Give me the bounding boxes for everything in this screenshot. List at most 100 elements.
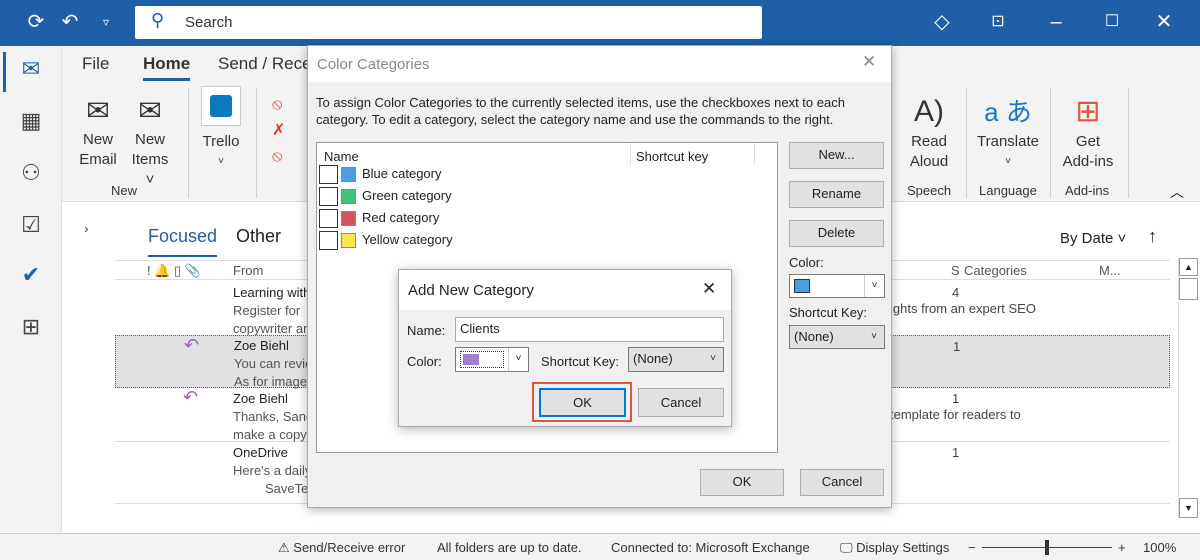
- undo-icon[interactable]: ↶: [56, 10, 84, 34]
- status-bar: ⚠ Send/Receive error All folders are up …: [0, 533, 1200, 560]
- close-icon[interactable]: ✕: [702, 279, 716, 299]
- zoom-slider[interactable]: [982, 540, 1112, 555]
- mail-icon[interactable]: ✉: [16, 56, 46, 86]
- cancel-button[interactable]: Cancel: [800, 469, 884, 496]
- cancel-button[interactable]: Cancel: [638, 388, 724, 417]
- tab-send-receive[interactable]: Send / Rece: [218, 54, 312, 74]
- active-indicator: [3, 52, 6, 92]
- apps-icon[interactable]: ⊞: [16, 314, 46, 344]
- category-name[interactable]: Yellow category: [362, 232, 453, 247]
- new-email-button[interactable]: ✉ New Email: [76, 92, 120, 170]
- sort-label: By Date: [1060, 230, 1114, 247]
- people-icon[interactable]: ⚇: [16, 160, 46, 190]
- category-checkbox[interactable]: [319, 165, 338, 184]
- app-nav: ✉ ▦ ⚇ ☑ ✔ ⊞: [0, 46, 62, 533]
- ok-button[interactable]: OK: [700, 469, 784, 496]
- name-label: Name:: [407, 323, 446, 338]
- junk-actions[interactable]: ⦸ ✗ ⦸: [272, 92, 285, 170]
- add-new-category-dialog: Add New Category ✕ Name: Clients Color: …: [398, 269, 732, 427]
- shortcut-key-dropdown[interactable]: (None) ˅: [628, 347, 724, 372]
- preview: Here's a daily: [233, 463, 312, 478]
- label: Translate: [977, 133, 1039, 150]
- tab-home[interactable]: Home: [143, 54, 191, 81]
- tasks-icon[interactable]: ☑: [16, 212, 46, 242]
- ok-button[interactable]: OK: [539, 388, 626, 417]
- header-icons[interactable]: ! 🔔 ▯ 📎: [147, 263, 201, 279]
- dialog-title: Add New Category: [408, 282, 534, 299]
- preview: Register for: [233, 303, 301, 318]
- sync-icon[interactable]: ⟳: [22, 10, 50, 34]
- category-color-swatch: [341, 211, 356, 226]
- send-receive-error[interactable]: ⚠ Send/Receive error: [278, 540, 405, 556]
- new-items-button[interactable]: ✉ New Items ˅: [126, 92, 174, 190]
- shortcut-key-dropdown[interactable]: (None) ˅: [789, 325, 885, 349]
- close-icon[interactable]: ✕: [862, 52, 876, 72]
- color-dropdown[interactable]: ˅: [789, 274, 885, 298]
- tab-focused[interactable]: Focused: [148, 226, 218, 257]
- ignore-icon[interactable]: ⦸: [272, 92, 285, 118]
- header-s[interactable]: S: [951, 263, 960, 278]
- category-name[interactable]: Green category: [362, 188, 452, 203]
- customize-toolbar-icon[interactable]: ▿: [92, 10, 120, 34]
- header-m[interactable]: M...: [1099, 263, 1121, 278]
- translate-icon: a あ: [984, 97, 1032, 127]
- error-text: Send/Receive error: [293, 540, 406, 555]
- from: Learning with: [233, 285, 311, 300]
- read-aloud-button[interactable]: A) Read Aloud: [904, 92, 954, 172]
- close-icon[interactable]: ✕: [1150, 10, 1178, 34]
- expand-folder-pane-icon[interactable]: ›: [84, 220, 89, 236]
- category-checkbox[interactable]: [319, 187, 338, 206]
- zoom-out-icon[interactable]: −: [968, 540, 976, 555]
- rename-button[interactable]: Rename: [789, 181, 884, 208]
- read-aloud-icon: A): [914, 95, 944, 128]
- todo-icon[interactable]: ✔: [16, 262, 46, 292]
- new-category-button[interactable]: New...: [789, 142, 884, 169]
- category-name[interactable]: Blue category: [362, 166, 442, 181]
- search-box[interactable]: ⚲ Search: [135, 6, 762, 39]
- tab-other[interactable]: Other: [236, 226, 281, 247]
- scrollbar[interactable]: ▲ ▼: [1178, 258, 1198, 518]
- sort-by-date[interactable]: By Date ˅: [1060, 230, 1126, 247]
- minimize-icon[interactable]: –: [1042, 10, 1070, 34]
- category-color-swatch: [341, 167, 356, 182]
- trello-button[interactable]: Trello ˅: [200, 86, 242, 172]
- category-checkbox[interactable]: [319, 209, 338, 228]
- color-dropdown[interactable]: ˅: [455, 347, 529, 372]
- display-settings[interactable]: 🖵 Display Settings: [840, 540, 949, 556]
- zoom-in-icon[interactable]: +: [1118, 540, 1126, 555]
- search-input[interactable]: Search: [185, 14, 233, 31]
- count: 1: [953, 339, 961, 354]
- label: New: [134, 131, 165, 148]
- clean-up-icon[interactable]: ✗: [272, 118, 285, 144]
- from: Zoe Biehl: [233, 391, 288, 406]
- delete-button[interactable]: Delete: [789, 220, 884, 247]
- premium-diamond-icon[interactable]: ◇: [928, 10, 956, 34]
- shortcut-key-label: Shortcut Key:: [789, 305, 868, 320]
- collapse-ribbon-icon[interactable]: ︿: [1170, 182, 1184, 202]
- category-item[interactable]: Red category: [317, 209, 777, 231]
- category-item[interactable]: Blue category: [317, 165, 777, 187]
- category-name[interactable]: Red category: [362, 210, 439, 225]
- scroll-thumb[interactable]: [1179, 278, 1198, 300]
- color-label: Color:: [789, 255, 824, 270]
- color-swatch: [460, 351, 504, 368]
- tab-file[interactable]: File: [82, 54, 109, 74]
- category-checkbox[interactable]: [319, 231, 338, 250]
- sort-direction-icon[interactable]: ↑: [1148, 226, 1157, 247]
- zoom-slider-thumb[interactable]: [1045, 540, 1049, 555]
- maximize-icon[interactable]: ☐: [1098, 10, 1126, 34]
- new-items-icon: ✉: [138, 95, 162, 126]
- translate-button[interactable]: a あ Translate ˅: [972, 92, 1044, 172]
- header-from[interactable]: From: [233, 263, 263, 278]
- ribbon-display-icon[interactable]: ⊡: [984, 10, 1012, 34]
- junk-icon[interactable]: ⦸: [272, 144, 285, 170]
- calendar-icon[interactable]: ▦: [16, 108, 46, 138]
- category-item[interactable]: Yellow category: [317, 231, 777, 253]
- header-categories[interactable]: Categories: [964, 263, 1027, 278]
- label: Read: [911, 133, 947, 150]
- group-addins-label: Add-ins: [1065, 183, 1110, 198]
- label: New: [82, 131, 113, 148]
- get-addins-button[interactable]: ⊞ Get Add-ins: [1058, 92, 1118, 172]
- name-input[interactable]: Clients: [455, 317, 724, 342]
- category-item[interactable]: Green category: [317, 187, 777, 209]
